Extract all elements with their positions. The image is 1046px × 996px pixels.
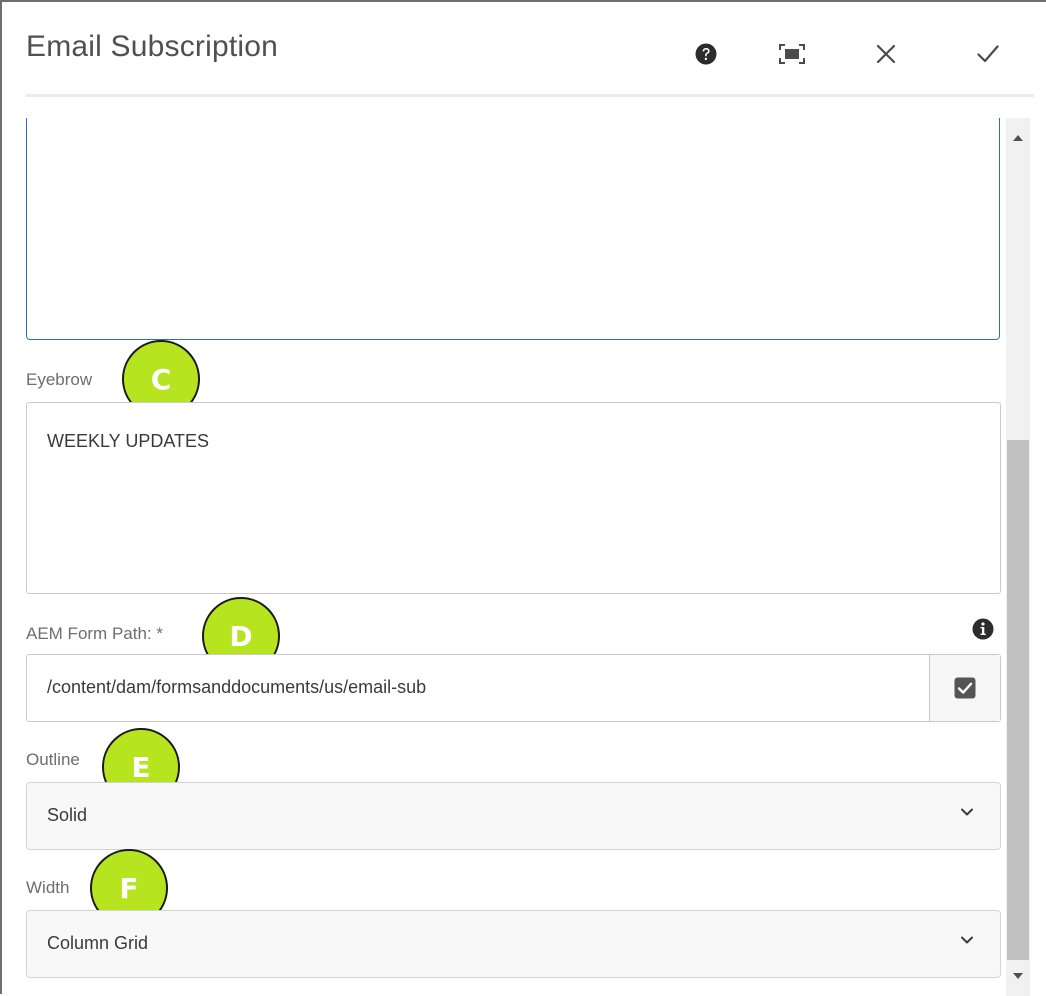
dialog-body: Eyebrow C WEEKLY UPDATES AEM Form Path: …	[2, 118, 1046, 996]
width-label: Width	[26, 878, 70, 897]
header-divider	[26, 94, 1034, 97]
check-icon	[977, 45, 999, 63]
dialog-title: Email Subscription	[26, 30, 279, 63]
fullscreen-button[interactable]	[774, 36, 810, 72]
outline-selected-value: Solid	[47, 805, 88, 825]
scroll-up-button[interactable]	[1006, 128, 1030, 148]
info-icon[interactable]	[972, 618, 994, 640]
width-selected-value: Column Grid	[47, 933, 149, 953]
form-path-input[interactable]: /content/dam/formsanddocuments/us/email-…	[26, 654, 1001, 722]
form-path-label: AEM Form Path: *	[26, 624, 163, 643]
arrow-down-icon	[1013, 973, 1023, 979]
vertical-scrollbar[interactable]	[1006, 118, 1030, 996]
close-button[interactable]	[868, 36, 904, 72]
path-picker-button[interactable]	[929, 655, 1000, 721]
chevron-down-icon	[961, 936, 973, 944]
eyebrow-label: Eyebrow	[26, 370, 93, 389]
close-icon	[877, 45, 895, 63]
scroll-down-button[interactable]	[1006, 966, 1030, 986]
outline-select[interactable]: Solid	[26, 782, 1001, 850]
eyebrow-textarea[interactable]: WEEKLY UPDATES	[26, 402, 1001, 594]
fullscreen-icon	[779, 44, 805, 64]
scroll-thumb[interactable]	[1007, 440, 1029, 960]
help-icon	[695, 43, 717, 65]
dialog-header: Email Subscription	[2, 2, 1046, 98]
chevron-down-icon	[961, 808, 973, 816]
outline-label: Outline	[26, 750, 80, 769]
help-button[interactable]	[688, 36, 724, 72]
eyebrow-value: WEEKLY UPDATES	[47, 431, 210, 451]
width-select[interactable]: Column Grid	[26, 910, 1001, 978]
confirm-button[interactable]	[970, 36, 1006, 72]
email-subscription-dialog: Email Subscription Eyebrow C WEEKLY UPDA…	[0, 0, 1046, 996]
form-path-value: /content/dam/formsanddocuments/us/email-…	[47, 677, 427, 697]
arrow-up-icon	[1013, 135, 1023, 141]
checkbox-checked-icon	[954, 677, 976, 699]
rich-text-area[interactable]	[26, 118, 1000, 340]
